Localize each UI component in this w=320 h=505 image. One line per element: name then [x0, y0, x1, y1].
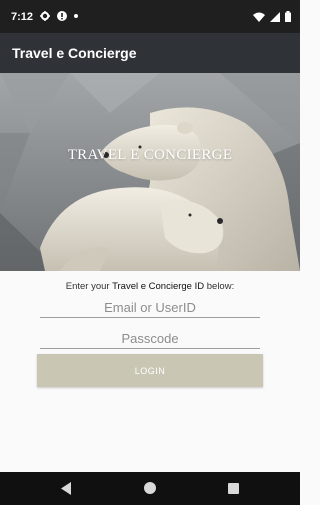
app-title: Travel e Concierge: [12, 45, 137, 61]
wifi-icon: [253, 12, 265, 22]
email-field[interactable]: [40, 298, 260, 317]
login-instructions: Enter your Travel e Concierge ID below:: [0, 281, 300, 292]
status-time: 7:12: [11, 11, 34, 23]
status-notification-icons: [40, 11, 78, 21]
battery-icon: [285, 11, 291, 22]
status-bar: 7:12: [0, 0, 300, 33]
hero-banner: TRAVEL E CONCIERGE: [0, 73, 300, 271]
system-navigation-bar: [0, 472, 300, 505]
dot-icon: [74, 14, 78, 18]
status-system-icons: [253, 11, 291, 22]
login-button[interactable]: LOGIN: [37, 354, 263, 387]
passcode-field-container: [40, 329, 260, 349]
hero-brand-text: TRAVEL E CONCIERGE: [67, 147, 233, 163]
back-icon[interactable]: [61, 482, 72, 495]
intro-suffix: below:: [204, 281, 235, 292]
recents-icon[interactable]: [228, 483, 239, 494]
app-bar: Travel e Concierge: [0, 33, 300, 73]
home-icon[interactable]: [144, 482, 156, 494]
alert-icon: [57, 11, 67, 21]
login-form: Enter your Travel e Concierge ID below: …: [0, 271, 300, 472]
passcode-field[interactable]: [40, 329, 260, 348]
polar-bears-image: [0, 73, 300, 271]
gear-icon: [40, 11, 50, 21]
intro-prefix: Enter your: [65, 281, 113, 292]
email-field-container: [40, 298, 260, 318]
intro-app-id-name: Travel e Concierge ID: [112, 281, 205, 292]
signal-icon: [270, 11, 280, 22]
